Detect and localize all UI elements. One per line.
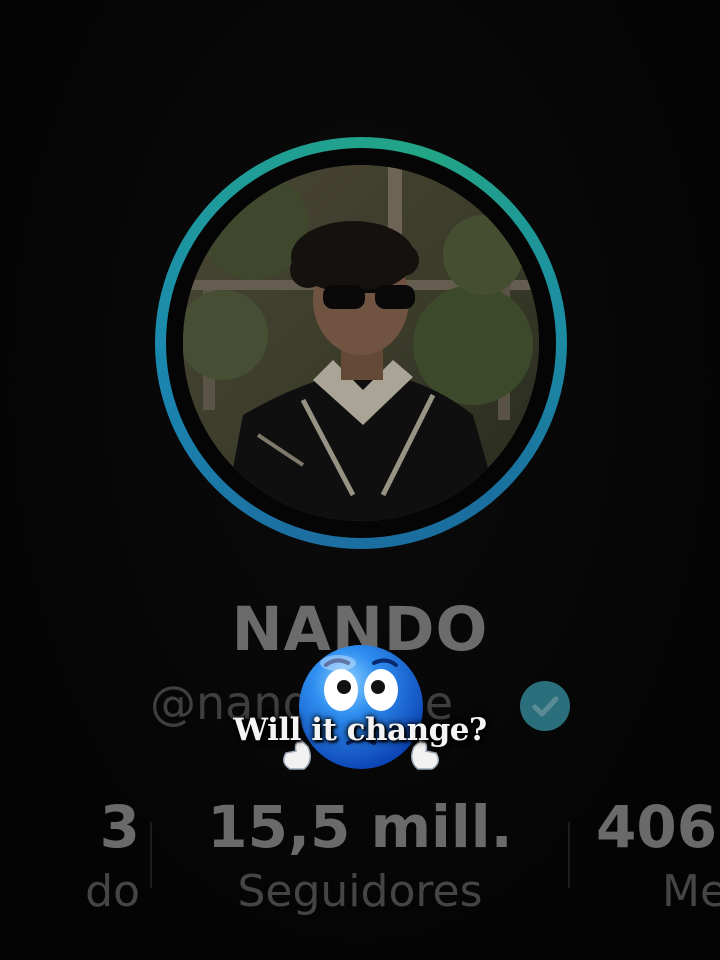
overlay-caption: Will it change? <box>233 712 487 748</box>
stat-followers-label: Seguidores <box>237 866 483 917</box>
stat-following-value: 3 <box>99 793 140 861</box>
stat-followers[interactable]: 15,5 mill. Seguidores <box>180 792 540 922</box>
stat-divider <box>150 822 152 888</box>
profile-avatar[interactable] <box>155 137 567 549</box>
stat-followers-value: 15,5 mill. <box>207 793 513 861</box>
stat-likes[interactable]: 406 Me <box>596 792 720 922</box>
stat-likes-label: Me <box>662 866 720 917</box>
profile-screen: NANDO @nandoeeee 3 do 15,5 mill. Seguido… <box>0 0 720 960</box>
avatar-photo <box>183 165 539 521</box>
stat-likes-value: 406 <box>596 793 718 861</box>
stat-divider <box>568 822 570 888</box>
stat-following-label: do <box>85 866 140 917</box>
worried-face-emoji-icon <box>276 635 446 785</box>
stat-following[interactable]: 3 do <box>0 792 140 922</box>
